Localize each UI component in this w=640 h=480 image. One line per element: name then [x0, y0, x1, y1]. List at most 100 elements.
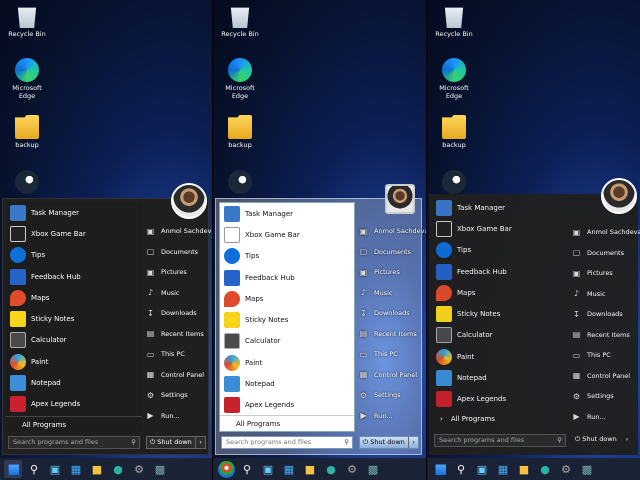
program-item[interactable]: Maps	[6, 287, 142, 308]
task-view-button[interactable]: ▣	[259, 460, 277, 478]
search-button[interactable]: ⚲	[452, 460, 470, 478]
task-view-button[interactable]: ▣	[473, 460, 491, 478]
place-item[interactable]: ▭ This PC	[359, 344, 421, 365]
place-item[interactable]: ▢ Documents	[359, 242, 421, 263]
explorer-button[interactable]: ■	[515, 460, 533, 478]
program-item[interactable]: Calculator	[6, 330, 142, 351]
place-item[interactable]: ▣ Pictures	[359, 262, 421, 283]
avatar[interactable]	[601, 178, 637, 214]
all-programs[interactable]: All Programs	[220, 415, 354, 431]
place-user[interactable]: ▣ Anmol Sachdeva	[146, 221, 213, 242]
chevron-right-icon[interactable]: ›	[195, 437, 205, 448]
app-button[interactable]: ▩	[151, 460, 169, 478]
avatar[interactable]	[171, 183, 207, 219]
program-item[interactable]: Notepad	[432, 367, 568, 388]
program-item[interactable]: Paint	[6, 351, 142, 372]
desktop-icon-recycle-bin[interactable]: Recycle Bin	[217, 4, 263, 38]
desktop-icon-recycle-bin[interactable]: Recycle Bin	[4, 4, 50, 38]
start-button[interactable]	[217, 460, 235, 478]
program-item[interactable]: Tips	[432, 240, 568, 261]
program-item[interactable]: Task Manager	[220, 203, 354, 224]
program-item[interactable]: Calculator	[432, 325, 568, 346]
place-item[interactable]: ▶ Run...	[572, 407, 634, 428]
explorer-button[interactable]: ■	[301, 460, 319, 478]
program-item[interactable]: Apex Legends	[220, 395, 354, 416]
all-programs[interactable]: All Programs	[6, 416, 142, 432]
start-button[interactable]	[431, 460, 449, 478]
program-item[interactable]: Calculator	[220, 331, 354, 352]
place-item[interactable]: ↧ Downloads	[359, 303, 421, 324]
desktop-icon-steam[interactable]	[217, 170, 263, 196]
shutdown-button[interactable]: ⏻ Shut down ›	[146, 436, 206, 449]
start-button[interactable]	[4, 460, 22, 478]
program-item[interactable]: Notepad	[220, 373, 354, 394]
task-view-button[interactable]: ▣	[46, 460, 64, 478]
settings-button[interactable]: ⚙	[557, 460, 575, 478]
chevron-right-icon[interactable]: ›	[408, 437, 418, 448]
place-item[interactable]: ⚙ Settings	[359, 385, 421, 406]
place-item[interactable]: ⚙ Settings	[146, 385, 208, 406]
avatar[interactable]	[385, 184, 415, 214]
place-item[interactable]: ▶ Run...	[359, 406, 421, 427]
shutdown-button[interactable]: ⏻ Shut down ›	[572, 434, 632, 447]
place-item[interactable]: ♪ Music	[146, 283, 208, 304]
desktop-icon-steam[interactable]	[4, 170, 50, 196]
place-item[interactable]: ▢ Documents	[572, 243, 634, 264]
desktop-icon-edge[interactable]: Microsoft Edge	[431, 58, 477, 100]
program-item[interactable]: Apex Legends	[6, 394, 142, 415]
place-item[interactable]: ▶ Run...	[146, 406, 208, 427]
program-item[interactable]: Xbox Game Bar	[6, 223, 142, 244]
all-programs[interactable]: › All Programs	[432, 411, 568, 427]
program-item[interactable]: Sticky Notes	[432, 303, 568, 324]
program-item[interactable]: Maps	[432, 282, 568, 303]
search-input[interactable]: Search programs and files ⚲	[434, 434, 566, 447]
place-item[interactable]: ⚙ Settings	[572, 386, 634, 407]
place-user[interactable]: ▣ Anmol Sachdeva	[572, 222, 640, 243]
app-button[interactable]: ▩	[364, 460, 382, 478]
place-item[interactable]: ▣ Pictures	[146, 262, 208, 283]
program-item[interactable]: Sticky Notes	[220, 309, 354, 330]
program-item[interactable]: Feedback Hub	[220, 267, 354, 288]
edge-button[interactable]: ●	[109, 460, 127, 478]
program-item[interactable]: Paint	[432, 346, 568, 367]
program-item[interactable]: Tips	[6, 245, 142, 266]
desktop-icon-steam[interactable]	[431, 170, 477, 196]
place-item[interactable]: ▭ This PC	[572, 345, 634, 366]
desktop-icon-edge[interactable]: Microsoft Edge	[217, 58, 263, 100]
chevron-right-icon[interactable]: ›	[622, 434, 632, 447]
place-item[interactable]: ▣ Pictures	[572, 263, 634, 284]
place-item[interactable]: ▭ This PC	[146, 344, 208, 365]
widgets-button[interactable]: ▦	[280, 460, 298, 478]
place-item[interactable]: ▦ Control Panel	[572, 366, 634, 387]
edge-button[interactable]: ●	[536, 460, 554, 478]
place-item[interactable]: ▤ Recent Items	[146, 324, 208, 345]
desktop-icon-backup[interactable]: backup	[4, 115, 50, 149]
desktop-icon-recycle-bin[interactable]: Recycle Bin	[431, 4, 477, 38]
program-item[interactable]: Maps	[220, 288, 354, 309]
search-input[interactable]: Search programs and files ⚲	[221, 436, 353, 449]
program-item[interactable]: Xbox Game Bar	[432, 218, 568, 239]
place-item[interactable]: ▢ Documents	[146, 242, 208, 263]
program-item[interactable]: Xbox Game Bar	[220, 224, 354, 245]
place-user[interactable]: ▣ Anmol Sachdeva	[359, 221, 427, 242]
desktop-icon-backup[interactable]: backup	[217, 115, 263, 149]
place-item[interactable]: ▤ Recent Items	[572, 325, 634, 346]
program-item[interactable]: Sticky Notes	[6, 308, 142, 329]
explorer-button[interactable]: ■	[88, 460, 106, 478]
settings-button[interactable]: ⚙	[130, 460, 148, 478]
settings-button[interactable]: ⚙	[343, 460, 361, 478]
program-item[interactable]: Tips	[220, 246, 354, 267]
program-item[interactable]: Feedback Hub	[432, 261, 568, 282]
shutdown-button[interactable]: ⏻ Shut down ›	[359, 436, 419, 449]
edge-button[interactable]: ●	[322, 460, 340, 478]
place-item[interactable]: ↧ Downloads	[146, 303, 208, 324]
widgets-button[interactable]: ▦	[494, 460, 512, 478]
program-item[interactable]: Task Manager	[6, 202, 142, 223]
place-item[interactable]: ▤ Recent Items	[359, 324, 421, 345]
app-button[interactable]: ▩	[578, 460, 596, 478]
search-input[interactable]: Search programs and files ⚲	[8, 436, 140, 449]
desktop-icon-edge[interactable]: Microsoft Edge	[4, 58, 50, 100]
program-item[interactable]: Task Manager	[432, 197, 568, 218]
place-item[interactable]: ♪ Music	[359, 283, 421, 304]
desktop-icon-backup[interactable]: backup	[431, 115, 477, 149]
